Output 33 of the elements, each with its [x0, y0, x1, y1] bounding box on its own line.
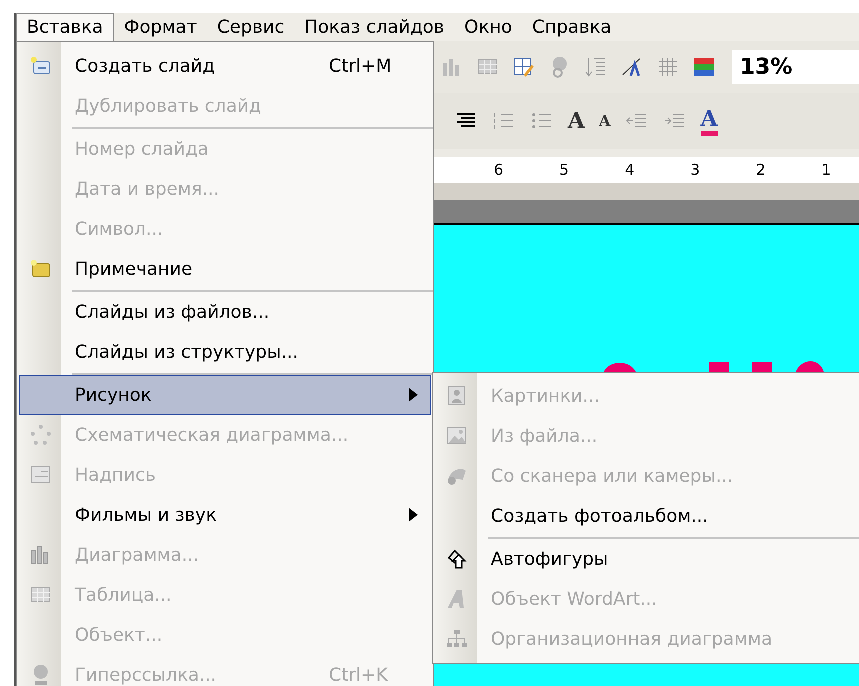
menu-item[interactable]: Примечание	[19, 249, 431, 289]
increase-font-button[interactable]: A	[568, 104, 586, 138]
submenu-arrow-icon	[409, 388, 418, 402]
grid-icon	[656, 55, 680, 79]
ruler-number: 1	[822, 160, 832, 181]
menu-bar-item[interactable]: Сервис	[207, 13, 295, 41]
menu-item[interactable]: Фильмы и звук	[19, 495, 431, 535]
menu-bar-item[interactable]: Показ слайдов	[294, 13, 455, 41]
zoom-field[interactable]: 13%	[732, 50, 859, 84]
shortcut-text: Ctrl+K	[329, 664, 388, 686]
menu-item[interactable]: Рисунок	[19, 375, 431, 415]
ruler-number: 2	[756, 160, 766, 181]
ruler-number: 4	[625, 160, 635, 181]
menu-bar-item[interactable]: Справка	[522, 13, 622, 41]
shapes-icon	[445, 547, 469, 571]
ruler-number: 3	[690, 160, 700, 181]
ruler-number: 6	[494, 160, 504, 181]
menu-item[interactable]: Автофигуры	[435, 539, 859, 579]
menu-bar-item[interactable]: Формат	[114, 13, 208, 41]
shortcut-text: Ctrl+M	[329, 54, 392, 78]
menu-item[interactable]: Создать фотоальбом...	[435, 496, 859, 536]
color-icon	[692, 55, 716, 79]
menu-item[interactable]: Слайды из файлов...	[19, 292, 431, 332]
font-color-button[interactable]: A	[700, 106, 718, 136]
menu-item[interactable]: Создать слайд Ctrl+M	[19, 46, 431, 86]
decrease-font-button[interactable]: A	[599, 110, 611, 132]
menu-bar-item[interactable]: Окно	[454, 13, 522, 41]
ruler-number: 5	[560, 160, 570, 181]
submenu-arrow-icon	[409, 508, 418, 522]
cycle-diagram-icon	[29, 423, 53, 447]
menu-item[interactable]: Слайды из структуры...	[19, 332, 431, 372]
menu-bar-item[interactable]: Вставка	[16, 13, 114, 41]
sort-icon	[584, 55, 608, 79]
